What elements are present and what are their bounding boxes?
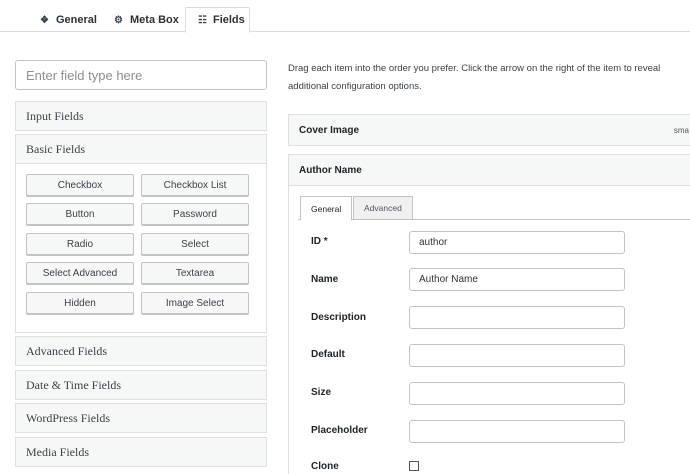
group-basic-fields[interactable]: Basic Fields — [15, 134, 267, 164]
tab-fields[interactable]: ☷ Fields — [185, 7, 250, 33]
name-label: Name — [311, 274, 339, 285]
placeholder-label: Placeholder — [311, 425, 368, 436]
field-button-select[interactable]: Select — [141, 233, 249, 255]
tab-meta-box-label: Meta Box — [130, 14, 179, 26]
group-media-fields[interactable]: Media Fields — [15, 437, 267, 467]
field-button-checkbox-list[interactable]: Checkbox List — [141, 174, 249, 196]
field-button-button[interactable]: Button — [26, 203, 134, 225]
tab-fields-label: Fields — [212, 14, 245, 26]
size-label: Size — [311, 387, 332, 398]
field-type-hint: sma — [673, 125, 689, 135]
gear-icon: ⚙ — [114, 14, 123, 26]
group-input-fields[interactable]: Input Fields — [15, 101, 267, 131]
group-wordpress-fields[interactable]: WordPress Fields — [15, 403, 267, 433]
clone-label: Clone — [311, 461, 339, 472]
instructions-text: Drag each item into the order you prefer… — [288, 63, 661, 92]
field-item-author-name[interactable]: Author Name — [288, 154, 690, 186]
tab-general-label: General — [56, 14, 97, 26]
field-button-radio[interactable]: Radio — [26, 233, 134, 255]
field-button-checkbox[interactable]: Checkbox — [26, 174, 134, 196]
field-title: Author Name — [299, 164, 362, 176]
id-label: ID * — [311, 236, 328, 247]
list-icon: ☷ — [198, 14, 207, 26]
field-title: Cover Image — [299, 124, 360, 136]
settings-tab-advanced[interactable]: Advanced — [353, 196, 413, 220]
tab-meta-box[interactable]: ⚙ Meta Box — [101, 7, 191, 33]
default-input[interactable] — [409, 344, 625, 367]
top-tab-bar: ❖ General ⚙ Meta Box ☷ Fields — [0, 0, 690, 33]
info-icon: ❖ — [40, 14, 49, 26]
field-button-password[interactable]: Password — [141, 203, 249, 225]
placeholder-input[interactable] — [409, 420, 625, 443]
field-type-search-input[interactable] — [15, 60, 267, 90]
clone-checkbox[interactable] — [409, 461, 419, 471]
tab-general[interactable]: ❖ General — [27, 7, 109, 33]
group-advanced-fields[interactable]: Advanced Fields — [15, 336, 267, 366]
field-button-hidden[interactable]: Hidden — [26, 292, 134, 314]
group-date-time-fields[interactable]: Date & Time Fields — [15, 370, 267, 400]
field-button-image-select[interactable]: Image Select — [141, 292, 249, 314]
field-item-cover-image[interactable]: Cover Image sma — [288, 114, 690, 146]
basic-fields-panel: Checkbox Checkbox List Button Password R… — [15, 164, 267, 333]
id-input[interactable] — [409, 231, 625, 254]
default-label: Default — [311, 349, 345, 360]
field-button-select-advanced[interactable]: Select Advanced — [26, 262, 134, 284]
field-button-textarea[interactable]: Textarea — [141, 262, 249, 284]
description-label: Description — [311, 312, 367, 323]
description-input[interactable] — [409, 306, 625, 329]
name-input[interactable] — [409, 268, 625, 291]
size-input[interactable] — [409, 382, 625, 405]
settings-tab-general[interactable]: General — [300, 196, 353, 221]
field-settings-tabs: General Advanced — [298, 196, 690, 221]
